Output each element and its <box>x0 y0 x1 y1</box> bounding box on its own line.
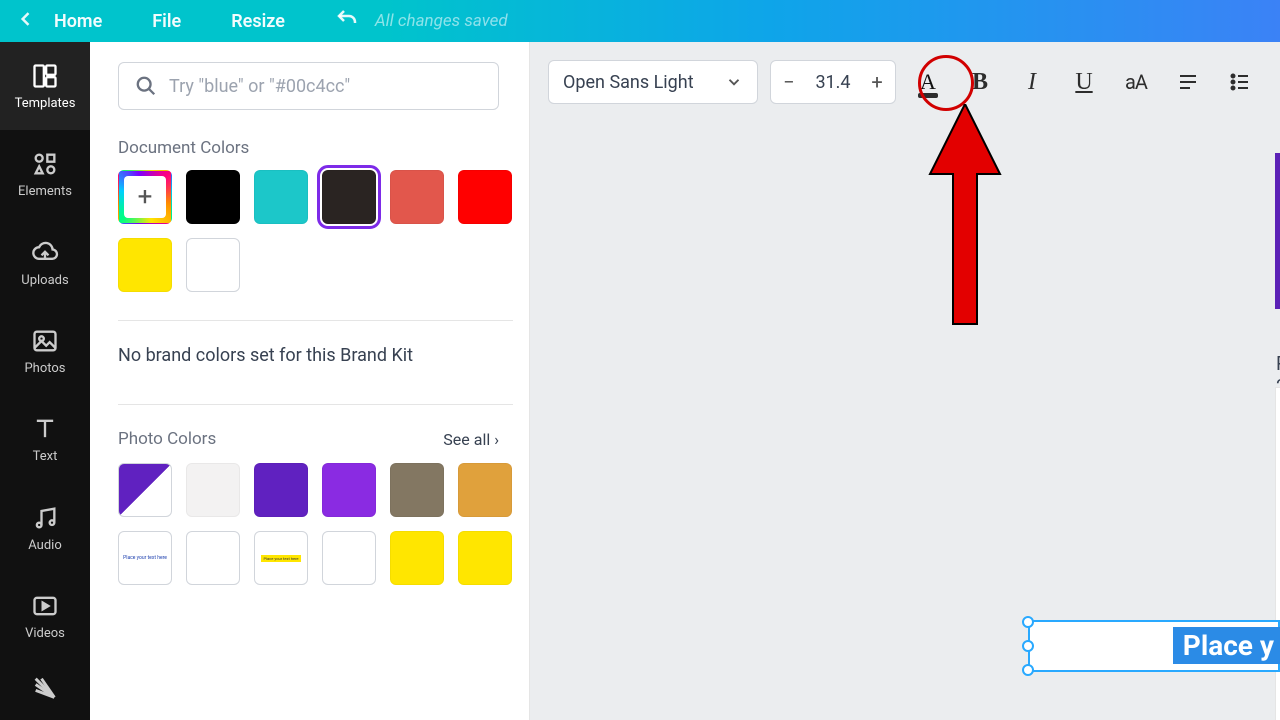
photo-thumb[interactable] <box>118 463 172 517</box>
rail-effects[interactable] <box>0 661 90 720</box>
color-swatch[interactable] <box>254 463 308 517</box>
color-swatch[interactable] <box>322 531 376 585</box>
color-swatch[interactable] <box>390 463 444 517</box>
color-swatch[interactable] <box>458 170 512 224</box>
rail-audio[interactable]: Audio <box>0 484 90 572</box>
font-size-minus[interactable]: − <box>771 61 807 103</box>
doc-color-swatches: + <box>118 170 521 292</box>
color-swatch[interactable] <box>186 463 240 517</box>
color-swatch[interactable] <box>390 170 444 224</box>
color-swatch-selected[interactable] <box>322 170 376 224</box>
color-swatch[interactable] <box>322 463 376 517</box>
photo-colors-label: Photo Colors <box>118 429 216 449</box>
color-swatch[interactable] <box>186 531 240 585</box>
photo-thumb[interactable]: Place your text here <box>118 531 172 585</box>
color-swatch[interactable] <box>254 170 308 224</box>
bold-button[interactable]: B <box>960 60 1000 104</box>
font-size-plus[interactable]: + <box>859 61 895 103</box>
text-toolbar: Open Sans Light − 31.4 + A B I U aA <box>548 58 1280 106</box>
text-color-button[interactable]: A <box>908 60 948 104</box>
nav-home[interactable]: Home <box>54 11 102 32</box>
top-menu-bar: Home File Resize All changes saved <box>0 0 1280 42</box>
add-color-swatch[interactable]: + <box>118 170 172 224</box>
resize-handle[interactable] <box>1022 640 1034 652</box>
color-search[interactable] <box>118 62 499 110</box>
color-swatch[interactable] <box>390 531 444 585</box>
canvas-page-1[interactable]: Offic <box>1275 153 1280 309</box>
chevron-down-icon <box>725 73 743 91</box>
photo-thumb[interactable]: Place your text here <box>254 531 308 585</box>
rail-text[interactable]: Text <box>0 396 90 484</box>
photo-color-swatches: Place your text here Place your text her… <box>118 463 521 585</box>
rail-videos[interactable]: Videos <box>0 573 90 661</box>
text-case-button[interactable]: aA <box>1116 60 1156 104</box>
save-status: All changes saved <box>375 11 508 31</box>
canvas-area[interactable]: Open Sans Light − 31.4 + A B I U aA Offi… <box>530 42 1280 720</box>
color-panel: Document Colors + No brand colors set fo… <box>90 42 530 720</box>
back-icon[interactable] <box>16 9 36 34</box>
divider <box>118 404 513 405</box>
nav-file[interactable]: File <box>152 11 181 32</box>
canvas-page-2[interactable]: Click this icon first Place y <box>1275 387 1280 720</box>
font-size-stepper: − 31.4 + <box>770 60 896 104</box>
undo-icon[interactable] <box>335 7 359 36</box>
doc-colors-label: Document Colors <box>118 138 521 158</box>
italic-button[interactable]: I <box>1012 60 1052 104</box>
rail-photos[interactable]: Photos <box>0 307 90 395</box>
list-button[interactable] <box>1220 60 1260 104</box>
resize-handle[interactable] <box>1022 616 1034 628</box>
rail-uploads[interactable]: Uploads <box>0 219 90 307</box>
font-select[interactable]: Open Sans Light <box>548 60 758 104</box>
divider <box>118 320 513 321</box>
underline-button[interactable]: U <box>1064 60 1104 104</box>
see-all-link[interactable]: See all › <box>443 430 499 449</box>
color-swatch[interactable] <box>458 531 512 585</box>
color-swatch[interactable] <box>186 238 240 292</box>
side-rail: Templates Elements Uploads Photos Text A… <box>0 42 90 720</box>
text-content[interactable]: Place y <box>1173 627 1280 664</box>
search-icon <box>135 75 157 97</box>
color-search-input[interactable] <box>169 76 482 97</box>
align-button[interactable] <box>1168 60 1208 104</box>
selected-text-box[interactable]: Place y <box>1022 620 1280 672</box>
rail-templates[interactable]: Templates <box>0 42 90 130</box>
color-swatch[interactable] <box>186 170 240 224</box>
brand-colors-msg: No brand colors set for this Brand Kit <box>118 345 521 366</box>
nav-resize[interactable]: Resize <box>231 11 285 32</box>
color-swatch[interactable] <box>458 463 512 517</box>
color-swatch[interactable] <box>118 238 172 292</box>
font-size-value[interactable]: 31.4 <box>807 72 859 93</box>
resize-handle[interactable] <box>1022 664 1034 676</box>
rail-elements[interactable]: Elements <box>0 130 90 218</box>
